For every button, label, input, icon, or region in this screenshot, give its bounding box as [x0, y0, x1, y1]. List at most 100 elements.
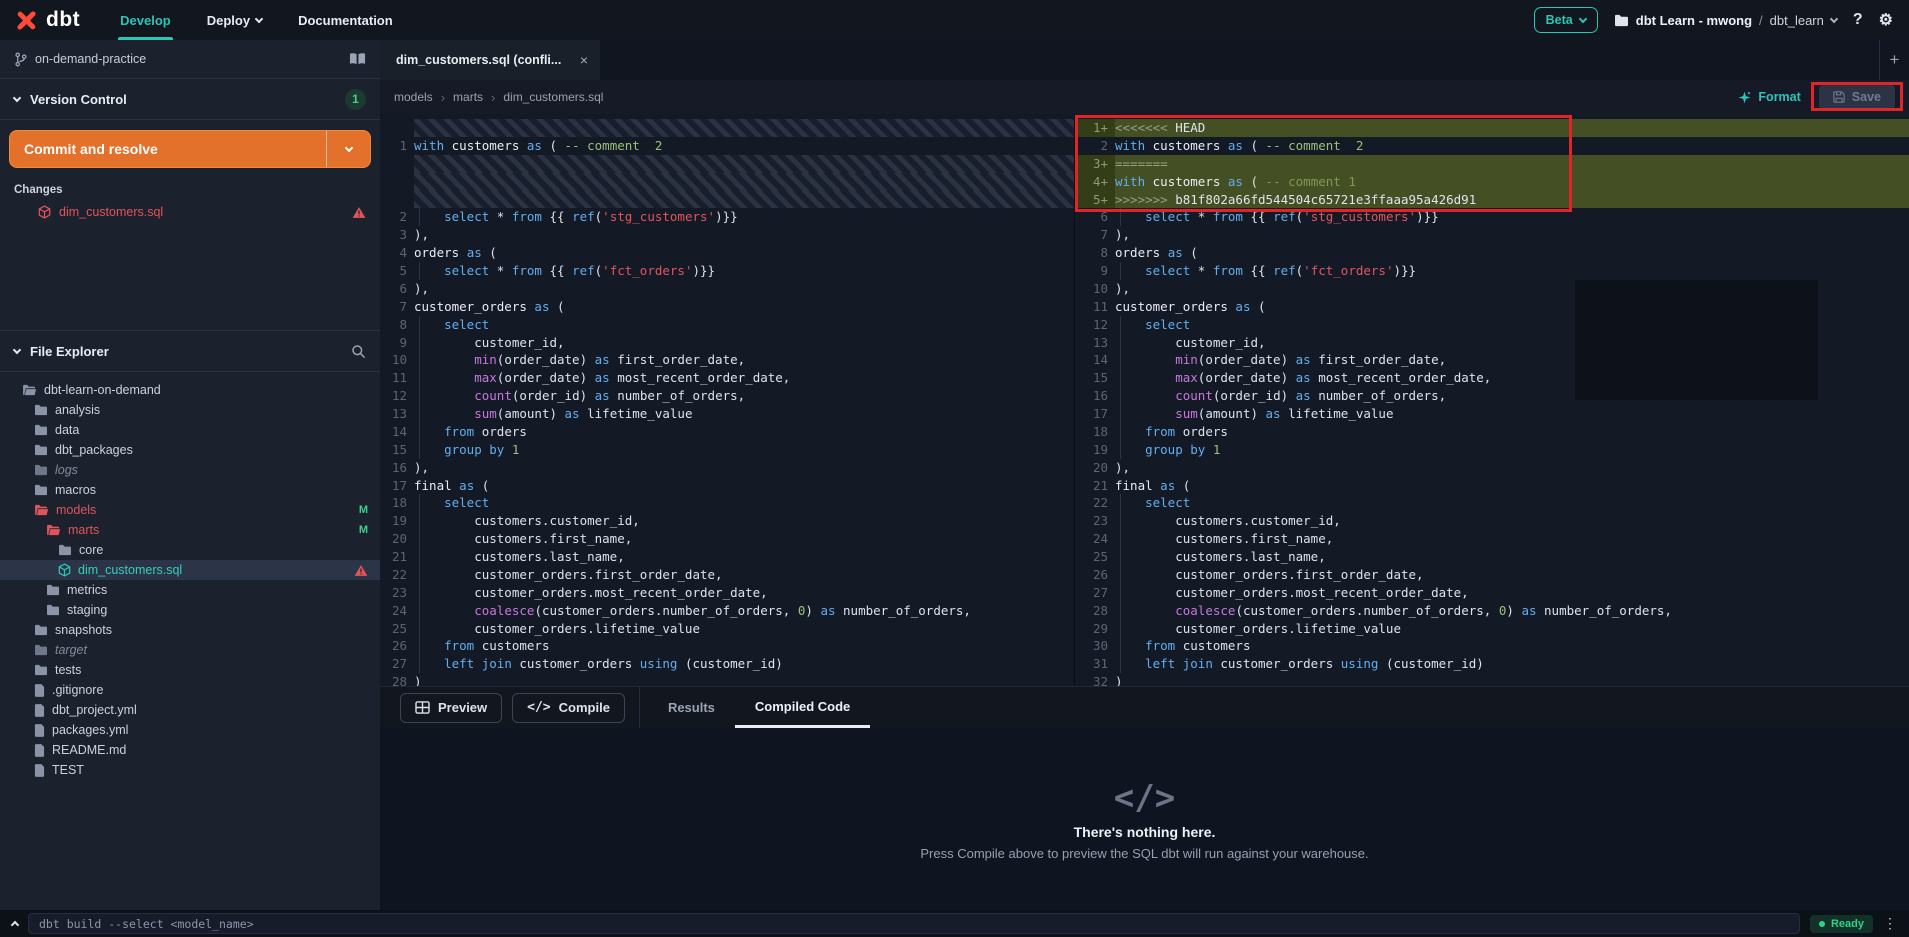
code-line[interactable]: 27 left join customer_orders using (cust… [380, 655, 1074, 673]
code-line[interactable]: 11customer_orders as ( [1075, 298, 1909, 316]
close-icon[interactable]: × [580, 52, 588, 68]
code-line[interactable]: 4orders as ( [380, 244, 1074, 262]
code-line[interactable]: 17final as ( [380, 477, 1074, 495]
code-line[interactable]: 7customer_orders as ( [380, 298, 1074, 316]
tree-item-dbt_packages[interactable]: dbt_packages [0, 440, 380, 460]
code-line[interactable]: 26 customer_orders.first_order_date, [1075, 566, 1909, 584]
code-line[interactable]: 10 min(order_date) as first_order_date, [380, 351, 1074, 369]
diff-filler-line[interactable] [380, 191, 1074, 209]
code-line[interactable]: 10), [1075, 280, 1909, 298]
code-line[interactable]: 1with customers as ( -- comment 2 [380, 137, 1074, 155]
code-line[interactable]: 22 select [1075, 494, 1909, 512]
code-line[interactable]: 25 customers.last_name, [1075, 548, 1909, 566]
code-line[interactable]: 4+with customers as ( -- comment 1 [1075, 173, 1909, 191]
tree-item-.gitignore[interactable]: .gitignore [0, 680, 380, 700]
save-button[interactable]: Save [1819, 85, 1895, 109]
code-line[interactable]: 13 sum(amount) as lifetime_value [380, 405, 1074, 423]
commit-dropdown-toggle[interactable] [326, 131, 370, 167]
code-line[interactable]: 19 group by 1 [1075, 441, 1909, 459]
diff-filler-line[interactable] [380, 119, 1074, 137]
code-line[interactable]: 6 select * from {{ ref('stg_customers')}… [1075, 208, 1909, 226]
editor-pane-incoming[interactable]: 1+<<<<<<< HEAD2with customers as ( -- co… [1075, 114, 1909, 686]
tree-item-README.md[interactable]: README.md [0, 740, 380, 760]
command-input[interactable] [28, 913, 1800, 934]
code-line[interactable]: 1+<<<<<<< HEAD [1075, 119, 1909, 137]
code-line[interactable]: 15 group by 1 [380, 441, 1074, 459]
search-icon[interactable] [351, 344, 366, 359]
compile-button[interactable]: </> Compile [512, 693, 625, 723]
diff-filler-line[interactable] [380, 155, 1074, 173]
code-line[interactable]: 23 customer_orders.most_recent_order_dat… [380, 584, 1074, 602]
commit-and-resolve-button[interactable]: Commit and resolve [9, 130, 371, 168]
code-line[interactable]: 3+======= [1075, 155, 1909, 173]
tab-dim-customers[interactable]: dim_customers.sql (confli... × [380, 40, 600, 80]
code-line[interactable]: 12 select [1075, 316, 1909, 334]
code-line[interactable]: 20), [1075, 459, 1909, 477]
file-explorer-header[interactable]: File Explorer [0, 331, 380, 371]
diff-filler-line[interactable] [380, 173, 1074, 191]
tree-item-tests[interactable]: tests [0, 660, 380, 680]
breadcrumb-models[interactable]: models [394, 90, 433, 104]
code-line[interactable]: 2with customers as ( -- comment 2 [1075, 137, 1909, 155]
code-line[interactable]: 3), [380, 226, 1074, 244]
breadcrumb-file[interactable]: dim_customers.sql [503, 90, 603, 104]
code-line[interactable]: 17 sum(amount) as lifetime_value [1075, 405, 1909, 423]
tree-item-target[interactable]: target [0, 640, 380, 660]
format-button[interactable]: Format [1738, 90, 1800, 104]
code-line[interactable]: 25 customer_orders.lifetime_value [380, 620, 1074, 638]
code-line[interactable]: 2 select * from {{ ref('stg_customers')}… [380, 208, 1074, 226]
tree-item-marts[interactable]: martsM [0, 520, 380, 540]
code-line[interactable]: 30 from customers [1075, 637, 1909, 655]
nav-develop[interactable]: Develop [102, 0, 189, 40]
tree-item-metrics[interactable]: metrics [0, 580, 380, 600]
tree-item-staging[interactable]: staging [0, 600, 380, 620]
tree-item-logs[interactable]: logs [0, 460, 380, 480]
version-control-header[interactable]: Version Control 1 [0, 79, 380, 119]
code-line[interactable]: 13 customer_id, [1075, 334, 1909, 352]
code-line[interactable]: 22 customer_orders.first_order_date, [380, 566, 1074, 584]
code-line[interactable]: 23 customers.customer_id, [1075, 512, 1909, 530]
code-line[interactable]: 8 select [380, 316, 1074, 334]
code-line[interactable]: 28) [380, 673, 1074, 686]
code-line[interactable]: 31 left join customer_orders using (cust… [1075, 655, 1909, 673]
beta-badge[interactable]: Beta [1534, 7, 1598, 33]
code-line[interactable]: 29 customer_orders.lifetime_value [1075, 620, 1909, 638]
help-icon[interactable]: ? [1853, 11, 1863, 29]
code-line[interactable]: 26 from customers [380, 637, 1074, 655]
tree-item-dim_customers.sql[interactable]: dim_customers.sql [0, 560, 380, 580]
tab-results[interactable]: Results [648, 687, 735, 728]
code-line[interactable]: 8orders as ( [1075, 244, 1909, 262]
code-line[interactable]: 16), [380, 459, 1074, 477]
tree-item-TEST[interactable]: TEST [0, 760, 380, 780]
kebab-menu-icon[interactable]: ⋮ [1883, 915, 1897, 932]
new-tab-button[interactable]: + [1879, 40, 1909, 80]
preview-button[interactable]: Preview [400, 693, 502, 723]
tree-item-packages.yml[interactable]: packages.yml [0, 720, 380, 740]
nav-documentation[interactable]: Documentation [280, 0, 411, 40]
code-line[interactable]: 18 select [380, 494, 1074, 512]
code-line[interactable]: 28 coalesce(customer_orders.number_of_or… [1075, 602, 1909, 620]
editor-pane-current[interactable]: 1with customers as ( -- comment 2 2 selec… [380, 114, 1075, 686]
code-line[interactable]: 16 count(order_id) as number_of_orders, [1075, 387, 1909, 405]
code-line[interactable]: 27 customer_orders.most_recent_order_dat… [1075, 584, 1909, 602]
code-line[interactable]: 20 customers.first_name, [380, 530, 1074, 548]
tree-item-analysis[interactable]: analysis [0, 400, 380, 420]
tree-item-snapshots[interactable]: snapshots [0, 620, 380, 640]
tab-compiled-code[interactable]: Compiled Code [735, 687, 870, 728]
code-line[interactable]: 18 from orders [1075, 423, 1909, 441]
code-line[interactable]: 15 max(order_date) as most_recent_order_… [1075, 369, 1909, 387]
code-line[interactable]: 14 from orders [380, 423, 1074, 441]
docs-book-icon[interactable] [349, 52, 366, 66]
dbt-logo[interactable]: dbt [0, 8, 102, 33]
code-line[interactable]: 6), [380, 280, 1074, 298]
tree-item-data[interactable]: data [0, 420, 380, 440]
code-line[interactable]: 9 customer_id, [380, 334, 1074, 352]
code-line[interactable]: 21 customers.last_name, [380, 548, 1074, 566]
code-line[interactable]: 12 count(order_id) as number_of_orders, [380, 387, 1074, 405]
chevron-up-icon[interactable] [11, 921, 19, 929]
code-line[interactable]: 32) [1075, 673, 1909, 686]
changed-file-item[interactable]: dim_customers.sql [0, 200, 380, 224]
code-line[interactable]: 24 customers.first_name, [1075, 530, 1909, 548]
code-line[interactable]: 21final as ( [1075, 477, 1909, 495]
breadcrumb-marts[interactable]: marts [453, 90, 483, 104]
